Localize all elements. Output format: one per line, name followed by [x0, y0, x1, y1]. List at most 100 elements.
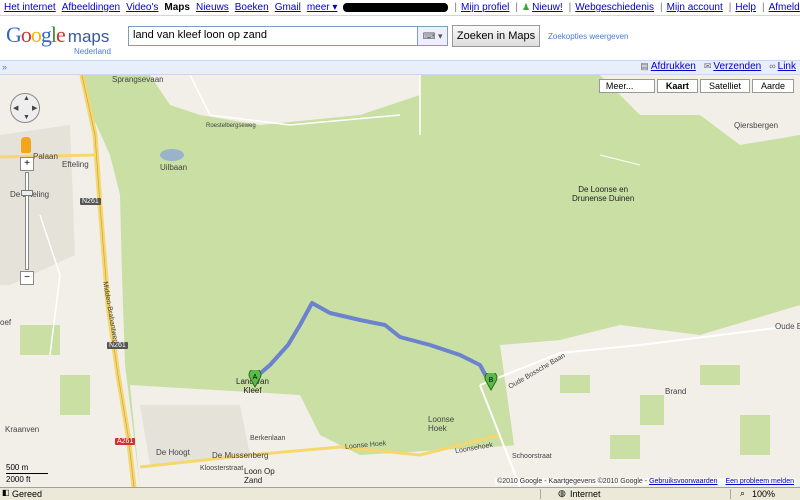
- link-images[interactable]: Afbeeldingen: [62, 2, 120, 13]
- navigation-controls: ▲ ▼ ◀ ▶: [10, 93, 40, 123]
- water-pond: [160, 149, 184, 161]
- action-bar: » ▤ Afdrukken ✉ Verzenden ∞ Link: [0, 60, 800, 75]
- map-label: Uilbaan: [160, 163, 188, 172]
- pan-left-icon[interactable]: ◀: [13, 104, 18, 112]
- map-label: Efteling: [62, 160, 89, 169]
- security-zone: Internet: [570, 489, 601, 499]
- link-web-history[interactable]: Webgeschiedenis: [575, 2, 654, 13]
- map-canvas[interactable]: Sprangsevaan Roestelbergseweg Uilbaan Ef…: [0, 75, 800, 487]
- pan-up-icon[interactable]: ▲: [23, 95, 30, 102]
- map-type-satellite[interactable]: Satelliet: [699, 79, 750, 93]
- green-patch: [640, 395, 664, 425]
- keyboard-icon[interactable]: ⌨ ▾: [418, 26, 448, 46]
- map-type-earth[interactable]: Aarde: [751, 79, 794, 93]
- link-books[interactable]: Boeken: [235, 2, 269, 13]
- more-button[interactable]: Meer...: [598, 79, 655, 93]
- search-input[interactable]: land van kleef loon op zand: [128, 26, 418, 46]
- map-label: Qiersbergen: [734, 121, 779, 130]
- terms-link[interactable]: Gebruiksvoorwaarden: [649, 478, 717, 485]
- zoom-level-icon: ⌕: [740, 488, 746, 498]
- link-news[interactable]: Nieuws: [196, 2, 229, 13]
- zoom-out-button[interactable]: −: [20, 271, 34, 285]
- top-links-bar: Het internet Afbeeldingen Video's Maps N…: [0, 0, 800, 16]
- scale-bar: 500 m 2000 ft: [6, 463, 48, 484]
- status-text: Gereed: [12, 489, 43, 499]
- map-label: Palaan: [33, 152, 58, 161]
- map-label: Roestelbergseweg: [206, 123, 256, 129]
- marker-a-label: A: [253, 374, 258, 381]
- map-label: Loonse Hoek: [428, 415, 455, 433]
- road-shield: A261: [115, 438, 136, 445]
- zoom-slider-handle[interactable]: [21, 190, 33, 196]
- link-videos[interactable]: Video's: [126, 2, 158, 13]
- link-maps: Maps: [164, 2, 190, 13]
- logo-country: Nederland: [74, 47, 111, 56]
- print-action[interactable]: ▤ Afdrukken: [640, 61, 696, 72]
- map-label: Brand: [665, 387, 687, 396]
- service-links: Het internet Afbeeldingen Video's Maps N…: [0, 2, 343, 13]
- pan-control[interactable]: ▲ ▼ ◀ ▶: [10, 93, 40, 123]
- logo-maps: maps: [67, 27, 110, 46]
- link-label: Link: [777, 61, 796, 72]
- credit-text: ©2010 Google - Kaartgegevens ©2010 Googl…: [497, 478, 650, 485]
- pegman-icon[interactable]: [21, 137, 31, 153]
- link-internet[interactable]: Het internet: [4, 2, 56, 13]
- link-signout[interactable]: Afmelden: [769, 2, 800, 13]
- search-button[interactable]: Zoeken in Maps: [452, 25, 540, 47]
- globe-icon: ◍: [558, 488, 566, 498]
- account-links: | Mijn profiel | ♟ Nieuw! | Webgeschiede…: [343, 2, 800, 13]
- green-patch: [610, 435, 640, 459]
- printer-icon: ▤: [640, 61, 649, 71]
- route-line: [254, 301, 490, 382]
- envelope-icon: ✉: [703, 61, 712, 71]
- link-account[interactable]: Mijn account: [667, 2, 723, 13]
- road-forest-track: [599, 154, 641, 166]
- link-help[interactable]: Help: [735, 2, 756, 13]
- browser-status-bar: ◧ Gereed ◍ Internet ⌕ 100%: [0, 487, 800, 500]
- marker-b-icon[interactable]: B: [484, 373, 498, 391]
- green-patch: [20, 325, 60, 355]
- google-maps-logo[interactable]: Google maps Nederland: [6, 22, 126, 56]
- send-label: Verzenden: [713, 61, 762, 72]
- map-type-map[interactable]: Kaart: [656, 79, 698, 93]
- link-profile[interactable]: Mijn profiel: [461, 2, 509, 13]
- link-new[interactable]: Nieuw!: [532, 2, 563, 13]
- map-credit: ©2010 Google - Kaartgegevens ©2010 Googl…: [495, 478, 796, 485]
- report-problem-link[interactable]: Een probleem melden: [726, 478, 795, 485]
- print-label: Afdrukken: [650, 61, 696, 72]
- map-drawing: [0, 75, 800, 487]
- marker-a-icon[interactable]: A: [248, 370, 262, 388]
- zoom-slider-track[interactable]: [25, 172, 29, 270]
- chain-link-icon: ∞: [769, 61, 776, 71]
- person-icon: ♟: [521, 2, 531, 12]
- map-label: De Hoogt: [156, 448, 190, 457]
- map-label: Sprangsevaan: [112, 75, 164, 84]
- pan-down-icon[interactable]: ▼: [23, 114, 30, 121]
- scale-imperial: 2000 ft: [6, 475, 31, 484]
- map-label: Oude Bo: [775, 322, 800, 331]
- map-label: De Loonse en Drunense Duinen: [572, 185, 635, 203]
- map-label: Berkenlaan: [250, 435, 286, 442]
- map-label: Kloosterstraat: [200, 465, 244, 472]
- map-type-controls: Meer... Kaart Satelliet Aarde: [598, 79, 794, 93]
- link-more[interactable]: meer ▾: [307, 2, 338, 13]
- pan-right-icon[interactable]: ▶: [32, 104, 37, 112]
- zoom-level[interactable]: 100%: [752, 489, 775, 499]
- map-label: oef: [0, 318, 12, 327]
- collapse-panel-icon[interactable]: »: [2, 62, 7, 72]
- send-action[interactable]: ✉ Verzenden: [704, 61, 761, 72]
- search-header: Google maps Nederland land van kleef loon…: [0, 16, 800, 60]
- green-patch: [700, 365, 740, 385]
- map-label: Loon Op Zand: [244, 467, 275, 485]
- marker-b-label: B: [489, 377, 494, 384]
- road-shield: N261: [80, 198, 101, 205]
- link-gmail[interactable]: Gmail: [275, 2, 301, 13]
- redacted-email: [343, 3, 449, 12]
- link-action[interactable]: ∞ Link: [769, 61, 796, 72]
- map-label: De Mussenberg: [212, 451, 269, 460]
- map-label: Kraanven: [5, 425, 40, 434]
- search-options-link[interactable]: Zoekopties weergeven: [548, 32, 629, 41]
- green-patch: [560, 375, 590, 393]
- scale-metric: 500 m: [6, 463, 29, 472]
- zoom-in-button[interactable]: +: [20, 157, 34, 171]
